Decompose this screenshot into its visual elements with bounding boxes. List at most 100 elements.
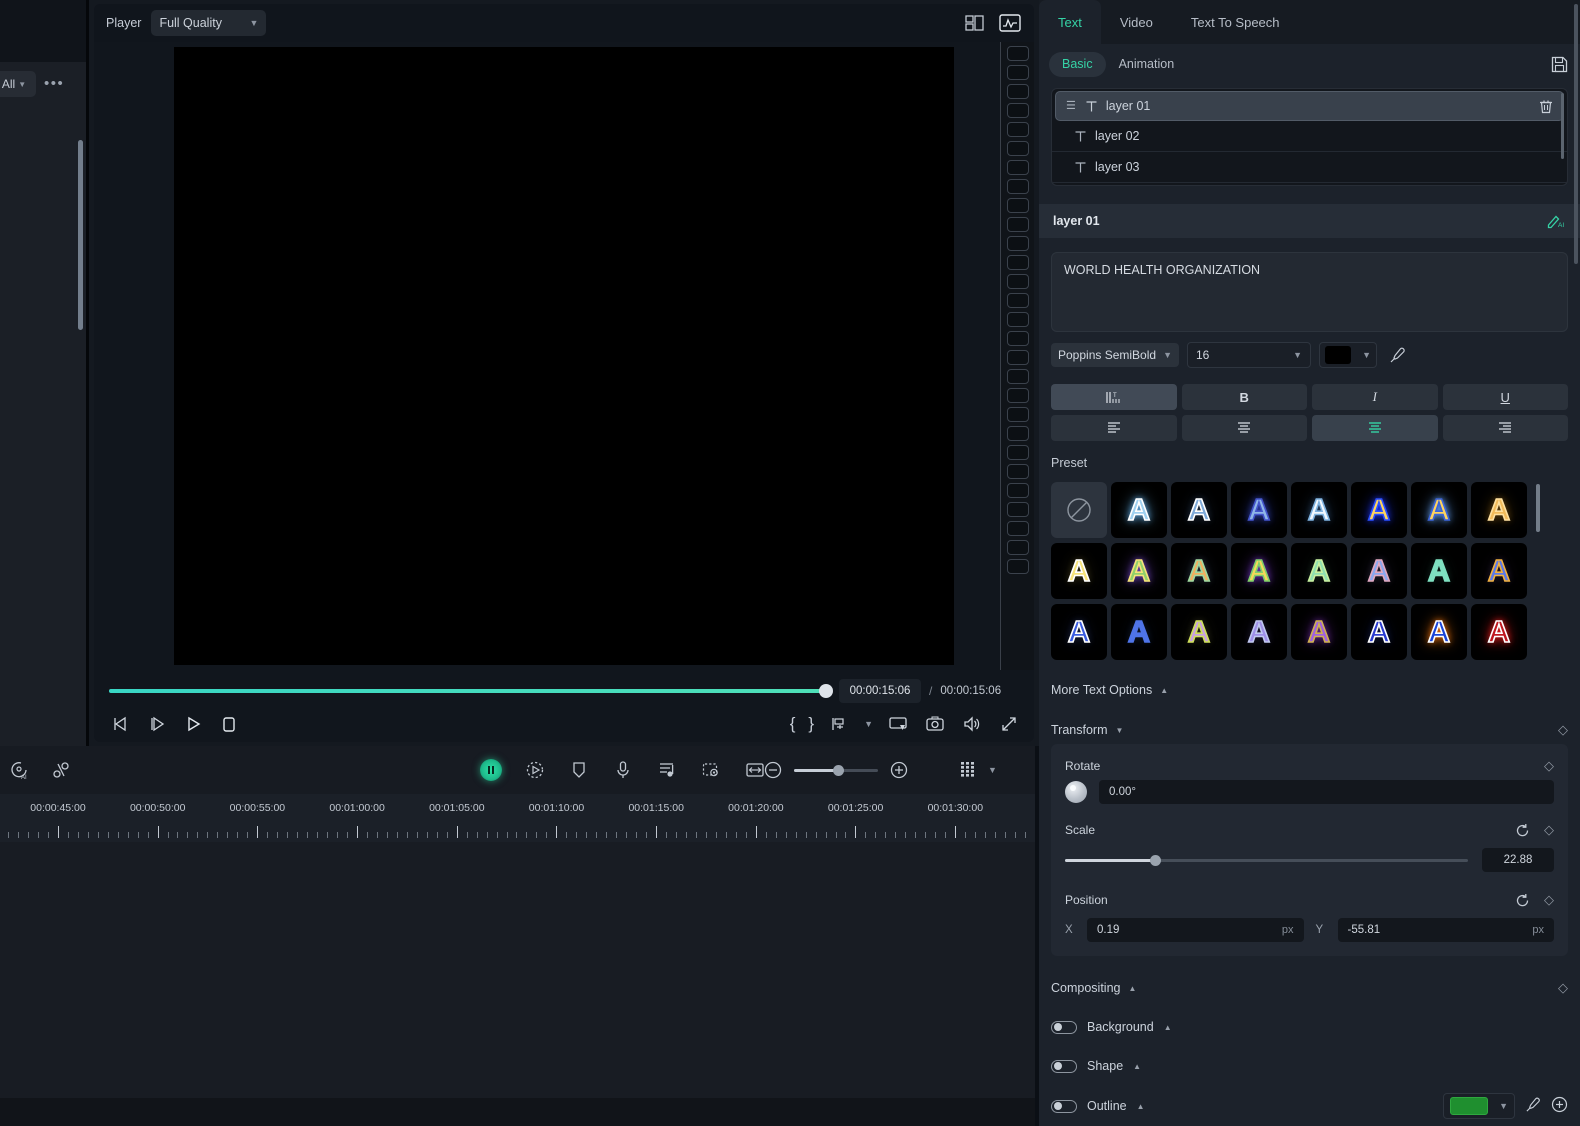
zoom-out-icon[interactable] — [762, 759, 784, 781]
background-toggle[interactable] — [1051, 1020, 1077, 1034]
eyedropper-icon[interactable] — [1525, 1097, 1541, 1116]
timeline-tracks[interactable] — [0, 842, 1035, 1126]
outline-toggle[interactable] — [1051, 1099, 1077, 1113]
keyframe-diamond-icon[interactable]: ◇ — [1558, 980, 1568, 996]
trash-icon[interactable] — [1539, 99, 1553, 114]
green-screen-icon[interactable] — [700, 759, 722, 781]
properties-panel-scrollbar[interactable] — [1574, 4, 1578, 264]
play-icon[interactable] — [181, 712, 205, 736]
chevron-down-icon[interactable]: ▼ — [988, 765, 997, 775]
reset-icon[interactable] — [1515, 823, 1530, 838]
preset-button[interactable]: A — [1111, 482, 1167, 538]
bold-button[interactable]: B — [1181, 384, 1307, 410]
align-right-button[interactable] — [1442, 415, 1568, 441]
preset-button[interactable]: A — [1351, 604, 1407, 660]
display-icon[interactable] — [886, 712, 910, 736]
italic-button[interactable]: I — [1312, 384, 1438, 410]
preset-button[interactable]: A — [1291, 482, 1347, 538]
unlink-icon[interactable] — [50, 759, 72, 781]
layer-row-01[interactable]: ☰ layer 01 — [1055, 91, 1564, 121]
mark-in-button[interactable]: { — [790, 714, 796, 734]
timeline-zoom-handle[interactable] — [833, 764, 844, 776]
layers-scrollbar[interactable] — [1561, 93, 1564, 159]
layer-row-02[interactable]: layer 02 — [1052, 121, 1567, 152]
scale-value-input[interactable]: 22.88 — [1482, 848, 1554, 872]
marker-icon[interactable] — [827, 712, 851, 736]
timeline-ruler[interactable]: 00:00:45:00 00:00:50:00 00:00:55:00 00:01:0… — [0, 794, 1035, 842]
preset-button[interactable]: A — [1471, 482, 1527, 538]
add-circle-icon[interactable] — [1551, 1096, 1568, 1116]
align-left-button[interactable] — [1051, 415, 1177, 441]
ai-write-icon[interactable]: AI — [1546, 213, 1566, 229]
auto-beat-sync-icon[interactable] — [524, 759, 546, 781]
grid-view-icon[interactable] — [958, 759, 980, 781]
shape-toggle[interactable] — [1051, 1059, 1077, 1073]
drag-handle-icon[interactable]: ☰ — [1066, 100, 1076, 112]
subtab-basic[interactable]: Basic — [1049, 51, 1106, 77]
camera-icon[interactable] — [923, 712, 947, 736]
font-size-select[interactable]: 16 ▼ — [1187, 342, 1311, 368]
preset-scrollbar[interactable] — [1536, 484, 1540, 532]
keyframe-diamond-icon[interactable]: ◇ — [1544, 892, 1554, 908]
quality-select[interactable]: Full Quality ▼ — [151, 10, 267, 36]
preset-button[interactable]: A — [1411, 604, 1467, 660]
align-center-button[interactable] — [1181, 415, 1307, 441]
compositing-section-header[interactable]: Compositing ▲ ◇ — [1051, 976, 1568, 1000]
caret-up-icon[interactable]: ▲ — [1133, 1062, 1141, 1071]
caret-up-icon[interactable]: ▲ — [1164, 1023, 1172, 1032]
preset-button[interactable]: A — [1171, 543, 1227, 599]
scale-slider-handle[interactable] — [1149, 854, 1161, 866]
preset-button[interactable]: A — [1111, 543, 1167, 599]
preset-button[interactable]: A — [1291, 543, 1347, 599]
volume-icon[interactable] — [960, 712, 984, 736]
keyframe-diamond-icon[interactable]: ◇ — [1544, 758, 1554, 774]
marker-add-icon[interactable] — [568, 759, 590, 781]
save-preset-icon[interactable] — [1548, 53, 1570, 75]
caret-up-icon[interactable]: ▲ — [1137, 1102, 1145, 1111]
preset-button[interactable]: A — [1171, 482, 1227, 538]
fullscreen-icon[interactable] — [997, 712, 1021, 736]
eyedropper-icon[interactable] — [1385, 343, 1409, 367]
previous-frame-icon[interactable] — [109, 712, 133, 736]
split-view-icon[interactable] — [962, 11, 986, 35]
seek-bar[interactable] — [109, 684, 833, 698]
tab-video[interactable]: Video — [1101, 0, 1172, 44]
font-color-select[interactable]: ▼ — [1319, 342, 1377, 368]
keyframe-diamond-icon[interactable]: ◇ — [1544, 822, 1554, 838]
preset-button[interactable]: A — [1231, 604, 1287, 660]
position-y-input[interactable]: -55.81 px — [1337, 918, 1554, 942]
preset-button[interactable]: A — [1111, 604, 1167, 660]
microphone-icon[interactable] — [612, 759, 634, 781]
layer-row-03[interactable]: layer 03 — [1052, 152, 1567, 183]
underline-button[interactable]: U — [1442, 384, 1568, 410]
align-middle-button[interactable] — [1312, 415, 1438, 441]
preset-button[interactable]: A — [1471, 543, 1527, 599]
rotate-value-input[interactable]: 0.00° — [1099, 780, 1554, 804]
position-x-input[interactable]: 0.19 px — [1087, 918, 1304, 942]
tab-text-to-speech[interactable]: Text To Speech — [1172, 0, 1299, 44]
preset-button[interactable]: A — [1351, 482, 1407, 538]
preset-button[interactable]: A — [1471, 604, 1527, 660]
text-spacing-button[interactable]: T — [1051, 384, 1177, 410]
record-voiceover-active-icon[interactable] — [480, 759, 502, 781]
preset-button[interactable]: A — [1051, 543, 1107, 599]
more-text-options-toggle[interactable]: More Text Options ▲ — [1051, 678, 1568, 702]
preset-button[interactable]: A — [1351, 543, 1407, 599]
preset-button[interactable]: A — [1171, 604, 1227, 660]
scale-slider[interactable] — [1065, 854, 1468, 866]
auto-reframe-ai-icon[interactable]: AI — [8, 759, 30, 781]
current-timecode[interactable]: 00:00:15:06 — [839, 679, 921, 703]
mark-out-button[interactable]: } — [808, 714, 814, 734]
audio-mixer-icon[interactable] — [656, 759, 678, 781]
stop-icon[interactable] — [217, 712, 241, 736]
waveform-monitor-icon[interactable] — [998, 11, 1022, 35]
reset-icon[interactable] — [1515, 893, 1530, 908]
text-content-input[interactable]: WORLD HEALTH ORGANIZATION — [1051, 252, 1568, 332]
tab-text[interactable]: Text — [1039, 0, 1101, 44]
outline-color-select[interactable]: ▼ — [1443, 1093, 1515, 1119]
transform-section-header[interactable]: Transform ▼ ◇ — [1051, 718, 1568, 742]
timeline-zoom-slider[interactable] — [794, 764, 878, 776]
preset-none-button[interactable] — [1051, 482, 1107, 538]
seek-handle[interactable] — [819, 684, 833, 698]
rotate-dial[interactable] — [1065, 781, 1087, 803]
